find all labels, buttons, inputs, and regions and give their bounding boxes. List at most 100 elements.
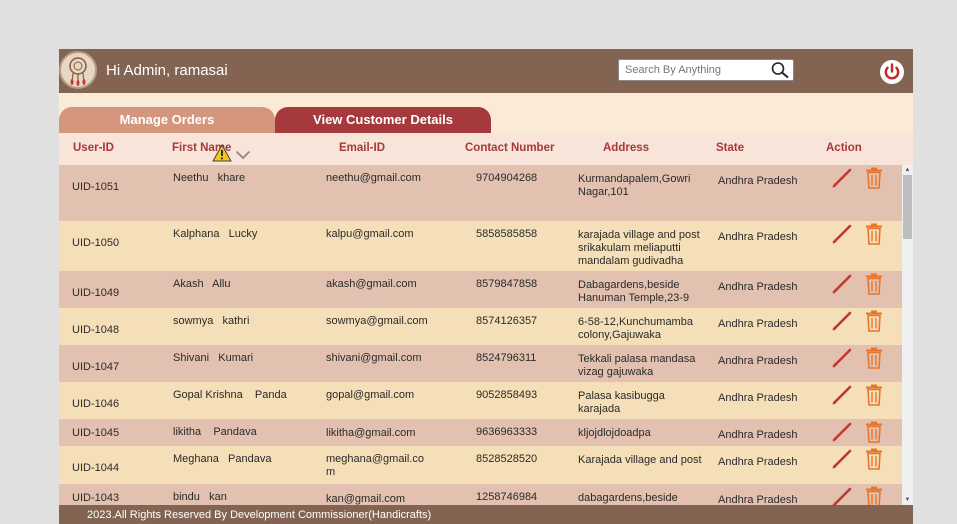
vertical-scrollbar[interactable]: ▲ ▼	[902, 165, 913, 505]
trash-icon[interactable]	[865, 223, 883, 245]
search-box[interactable]	[618, 59, 794, 81]
first-name-cell: likitha Pandava	[173, 426, 257, 438]
user-id-cell: UID-1044	[72, 462, 120, 474]
table-row: UID-1044 Meghana Pandava meghana@gmail.c…	[59, 446, 902, 484]
first-name-cell: Meghana Pandava	[173, 453, 272, 465]
address-cell: Dabagardens,beside Hanuman Temple,23-9	[578, 279, 690, 304]
state-cell: Andhra Pradesh	[718, 355, 798, 367]
address-cell: kljojdlojdoadpa	[578, 427, 651, 439]
email-cell: likitha@gmail.com	[326, 427, 416, 439]
trash-icon[interactable]	[865, 167, 883, 189]
scrollbar-thumb[interactable]	[903, 175, 912, 239]
contact-number-cell: 8524796311	[476, 352, 537, 364]
trash-icon[interactable]	[865, 421, 883, 443]
pencil-icon[interactable]	[831, 486, 853, 505]
email-cell: shivani@gmail.com	[326, 352, 422, 364]
email-cell: neethu@gmail.com	[326, 172, 421, 184]
email-cell: kan@gmail.com	[326, 493, 406, 505]
warning-icon	[212, 143, 232, 162]
user-id-cell: UID-1043	[72, 492, 120, 504]
pencil-icon[interactable]	[831, 421, 853, 443]
pencil-icon[interactable]	[831, 384, 853, 406]
table-row: UID-1048 sowmya kathri sowmya@gmail.com …	[59, 308, 902, 345]
column-header-user-id: User-ID	[73, 142, 114, 154]
address-cell: Karajada village and post	[578, 454, 702, 466]
table-row: UID-1046 Gopal Krishna Panda gopal@gmail…	[59, 382, 902, 419]
header-bar: Hi Admin, ramasai	[59, 49, 913, 93]
contact-number-cell: 8574126357	[476, 315, 538, 327]
contact-number-cell: 9636963333	[476, 426, 538, 438]
column-header-action: Action	[826, 142, 862, 154]
scroll-up-arrow-icon[interactable]: ▲	[902, 165, 913, 175]
trash-icon[interactable]	[865, 448, 883, 470]
state-cell: Andhra Pradesh	[718, 175, 798, 187]
chevron-down-icon[interactable]	[235, 147, 251, 160]
trash-icon[interactable]	[865, 310, 883, 332]
tab-manage-orders[interactable]: Manage Orders	[59, 107, 275, 133]
contact-number-cell: 9052858493	[476, 389, 538, 401]
first-name-cell: Shivani Kumari	[173, 352, 254, 364]
column-header-contact-number: Contact Number	[465, 142, 555, 154]
state-cell: Andhra Pradesh	[718, 429, 798, 441]
pencil-icon[interactable]	[831, 448, 853, 470]
email-cell: kalpu@gmail.com	[326, 228, 414, 240]
user-id-cell: UID-1051	[72, 181, 120, 193]
pencil-icon[interactable]	[831, 223, 853, 245]
table-row: UID-1050 Kalphana Lucky kalpu@gmail.com …	[59, 221, 902, 271]
address-cell: Palasa kasibugga karajada	[578, 390, 665, 415]
scroll-down-arrow-icon[interactable]: ▼	[902, 495, 913, 505]
trash-icon[interactable]	[865, 384, 883, 406]
pencil-icon[interactable]	[831, 347, 853, 369]
app-window: Hi Admin, ramasai Manage Orders View Cus…	[59, 49, 913, 524]
trash-icon[interactable]	[865, 273, 883, 295]
trash-icon[interactable]	[865, 486, 883, 505]
first-name-cell: Gopal Krishna Panda	[173, 389, 287, 401]
email-cell: gopal@gmail.com	[326, 389, 415, 401]
trash-icon[interactable]	[865, 347, 883, 369]
table-row: UID-1047 Shivani Kumari shivani@gmail.co…	[59, 345, 902, 382]
table-row: UID-1045 likitha Pandava likitha@gmail.c…	[59, 419, 902, 446]
search-icon[interactable]	[769, 61, 791, 79]
contact-number-cell: 5858585858	[476, 228, 538, 240]
user-id-cell: UID-1050	[72, 237, 120, 249]
email-cell: akash@gmail.com	[326, 278, 417, 290]
first-name-cell: bindu kan	[173, 491, 227, 503]
contact-number-cell: 9704904268	[476, 172, 538, 184]
user-id-cell: UID-1048	[72, 324, 120, 336]
first-name-cell: Neethu khare	[173, 172, 246, 184]
address-cell: dabagardens,beside	[578, 492, 678, 504]
state-cell: Andhra Pradesh	[718, 231, 798, 243]
state-cell: Andhra Pradesh	[718, 281, 798, 293]
user-id-cell: UID-1046	[72, 398, 120, 410]
state-cell: Andhra Pradesh	[718, 494, 798, 505]
customer-table: UID-1051 Neethu khare neethu@gmail.com 9…	[59, 165, 902, 505]
contact-number-cell: 1258746984	[476, 491, 538, 503]
table-header: User-ID First Name Email-ID Contact Numb…	[59, 133, 913, 165]
pencil-icon[interactable]	[831, 273, 853, 295]
contact-number-cell: 8528528520	[476, 453, 538, 465]
user-id-cell: UID-1045	[72, 427, 120, 439]
power-icon[interactable]	[879, 59, 905, 85]
greeting-text: Hi Admin, ramasai	[106, 62, 228, 79]
email-cell: meghana@gmail.com	[326, 453, 424, 478]
first-name-cell: sowmya kathri	[173, 315, 250, 327]
footer-bar: 2023.All Rights Reserved By Development …	[59, 505, 913, 524]
column-header-state: State	[716, 142, 745, 154]
address-cell: karajada village and post srikakulam mel…	[578, 229, 700, 267]
search-input[interactable]	[619, 60, 767, 80]
pencil-icon[interactable]	[831, 310, 853, 332]
address-cell: 6-58-12,Kunchumamba colony,Gajuwaka	[578, 316, 693, 341]
column-header-address: Address	[603, 142, 650, 154]
state-cell: Andhra Pradesh	[718, 456, 798, 468]
user-id-cell: UID-1049	[72, 287, 120, 299]
table-row: UID-1051 Neethu khare neethu@gmail.com 9…	[59, 165, 902, 221]
tab-view-customer-details[interactable]: View Customer Details	[275, 107, 491, 133]
contact-number-cell: 8579847858	[476, 278, 538, 290]
user-id-cell: UID-1047	[72, 361, 120, 373]
pencil-icon[interactable]	[831, 167, 853, 189]
address-cell: Kurmandapalem,Gowri Nagar,101	[578, 173, 691, 198]
table-row: UID-1049 Akash Allu akash@gmail.com 8579…	[59, 271, 902, 308]
email-cell: sowmya@gmail.com	[326, 315, 428, 327]
state-cell: Andhra Pradesh	[718, 392, 798, 404]
dreamcatcher-icon	[59, 51, 97, 89]
